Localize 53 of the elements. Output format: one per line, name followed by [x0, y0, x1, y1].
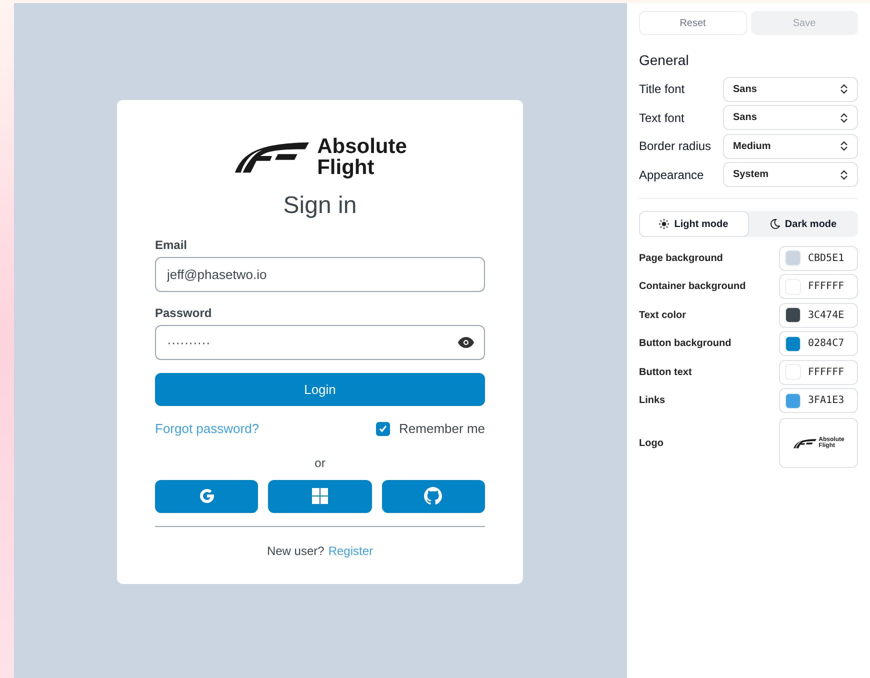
windows-icon — [312, 488, 328, 504]
email-field[interactable]: jeff@phasetwo.io — [155, 257, 485, 292]
chevron-updown-icon — [840, 84, 848, 94]
color-field[interactable]: 3C474E — [779, 302, 858, 328]
logo-mark-icon — [233, 140, 312, 174]
sign-in-title: Sign in — [283, 191, 357, 221]
setting-label: Title font — [639, 81, 685, 98]
panel-action-button[interactable]: Reset — [639, 11, 746, 35]
field-label: Password — [155, 305, 212, 322]
logo-text: Absolute — [317, 136, 407, 157]
windows-login-button[interactable] — [268, 480, 372, 512]
sun-icon — [659, 219, 670, 229]
color-label: Container background — [639, 280, 746, 294]
select-dropdown[interactable]: Sans — [723, 105, 858, 130]
new-user-text: New user? — [266, 542, 324, 560]
select-dropdown[interactable]: Sans — [723, 76, 858, 102]
color-field[interactable]: FFFFFF — [779, 360, 858, 385]
select-dropdown[interactable]: Medium — [723, 134, 858, 159]
remember-me-label: Remember me — [399, 420, 485, 438]
chevron-updown-icon — [840, 170, 848, 180]
chevron-updown-icon — [840, 141, 848, 152]
color-field[interactable]: CBD5E1 — [779, 246, 858, 271]
mode-tab[interactable]: Light mode — [639, 211, 748, 237]
setting-label: Appearance — [639, 166, 704, 184]
color-field[interactable]: 3FA1E3 — [779, 388, 858, 414]
color-field[interactable]: 0284C7 — [779, 331, 858, 356]
remember-checkbox[interactable] — [376, 422, 390, 436]
color-label: Page background — [639, 252, 723, 266]
field-label: Email — [155, 237, 188, 254]
color-field[interactable]: FFFFFF — [779, 274, 858, 300]
github-icon — [424, 487, 442, 505]
google-icon — [198, 487, 216, 505]
color-label: Button text — [639, 366, 692, 380]
logo-mark-icon — [792, 438, 817, 448]
github-login-button[interactable] — [382, 480, 485, 512]
setting-label: Border radius — [639, 138, 712, 156]
setting-label: Text font — [639, 110, 684, 127]
eye-icon[interactable] — [458, 337, 474, 348]
password-field[interactable]: ·········· — [155, 325, 485, 360]
moon-icon — [770, 219, 780, 229]
select-dropdown[interactable]: System — [723, 162, 858, 188]
logo-text: Flight — [317, 157, 376, 178]
mode-tab[interactable]: Dark mode — [748, 211, 858, 237]
logo-label: Logo — [639, 436, 664, 450]
or-text: or — [314, 454, 326, 472]
chevron-updown-icon — [840, 112, 848, 123]
section-title: General — [639, 51, 690, 70]
google-login-button[interactable] — [155, 480, 258, 512]
login-button[interactable]: Login — [155, 373, 485, 406]
color-label: Text color — [639, 308, 686, 323]
color-label: Button background — [639, 337, 732, 352]
checkmark-icon — [378, 424, 388, 434]
color-label: Links — [639, 394, 666, 408]
